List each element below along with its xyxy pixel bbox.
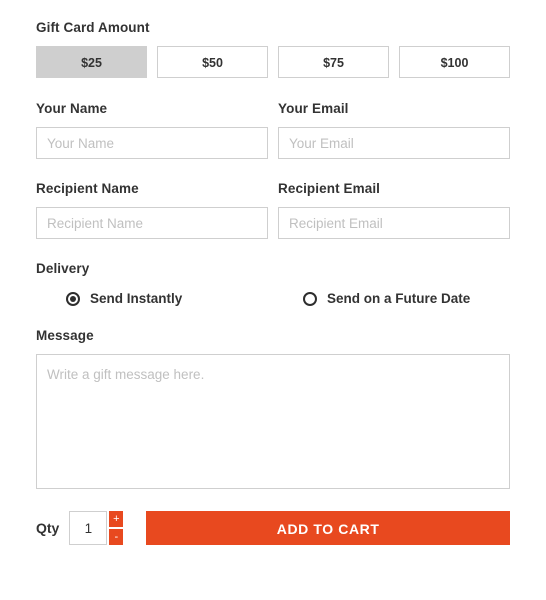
add-to-cart-button[interactable]: ADD TO CART: [146, 511, 510, 545]
qty-stepper-buttons: + -: [109, 511, 124, 545]
your-email-field-group: Your Email: [278, 101, 510, 159]
your-name-input[interactable]: [36, 127, 268, 159]
gift-card-amount-label: Gift Card Amount: [36, 20, 150, 35]
delivery-option-send-instantly[interactable]: Send Instantly: [36, 291, 273, 306]
your-email-label: Your Email: [278, 101, 349, 116]
qty-label: Qty: [36, 520, 60, 536]
delivery-options: Send Instantly Send on a Future Date: [36, 291, 510, 306]
message-textarea[interactable]: [36, 354, 510, 489]
amount-option-100[interactable]: $100: [399, 46, 510, 78]
recipient-email-label: Recipient Email: [278, 181, 381, 196]
recipient-name-input[interactable]: [36, 207, 268, 239]
message-label: Message: [36, 328, 94, 343]
delivery-option-future-date[interactable]: Send on a Future Date: [273, 291, 510, 306]
recipient-row: Recipient Name Recipient Email: [36, 181, 510, 239]
quantity-stepper: + -: [69, 511, 124, 545]
amount-option-25[interactable]: $25: [36, 46, 147, 78]
gift-card-amount-options: $25 $50 $75 $100: [36, 46, 510, 78]
radio-unselected-icon: [303, 291, 317, 306]
delivery-option-send-instantly-label: Send Instantly: [90, 291, 183, 306]
recipient-name-label: Recipient Name: [36, 181, 139, 196]
delivery-label: Delivery: [36, 261, 90, 276]
recipient-email-field-group: Recipient Email: [278, 181, 510, 239]
amount-option-50[interactable]: $50: [157, 46, 268, 78]
your-email-input[interactable]: [278, 127, 510, 159]
delivery-option-future-date-label: Send on a Future Date: [327, 291, 471, 306]
delivery-field-group: Delivery Send Instantly Send on a Future…: [36, 261, 510, 306]
qty-increment-button[interactable]: +: [109, 511, 124, 527]
qty-input[interactable]: [69, 511, 108, 545]
message-field-group: Message: [36, 328, 510, 489]
radio-selected-icon: [66, 291, 80, 306]
recipient-email-input[interactable]: [278, 207, 510, 239]
sender-row: Your Name Your Email: [36, 101, 510, 159]
recipient-name-field-group: Recipient Name: [36, 181, 268, 239]
your-name-field-group: Your Name: [36, 101, 268, 159]
gift-card-form: Gift Card Amount $25 $50 $75 $100 Your N…: [36, 20, 510, 545]
qty-decrement-button[interactable]: -: [109, 529, 124, 545]
amount-option-75[interactable]: $75: [278, 46, 389, 78]
cart-row: Qty + - ADD TO CART: [36, 511, 510, 545]
your-name-label: Your Name: [36, 101, 108, 116]
